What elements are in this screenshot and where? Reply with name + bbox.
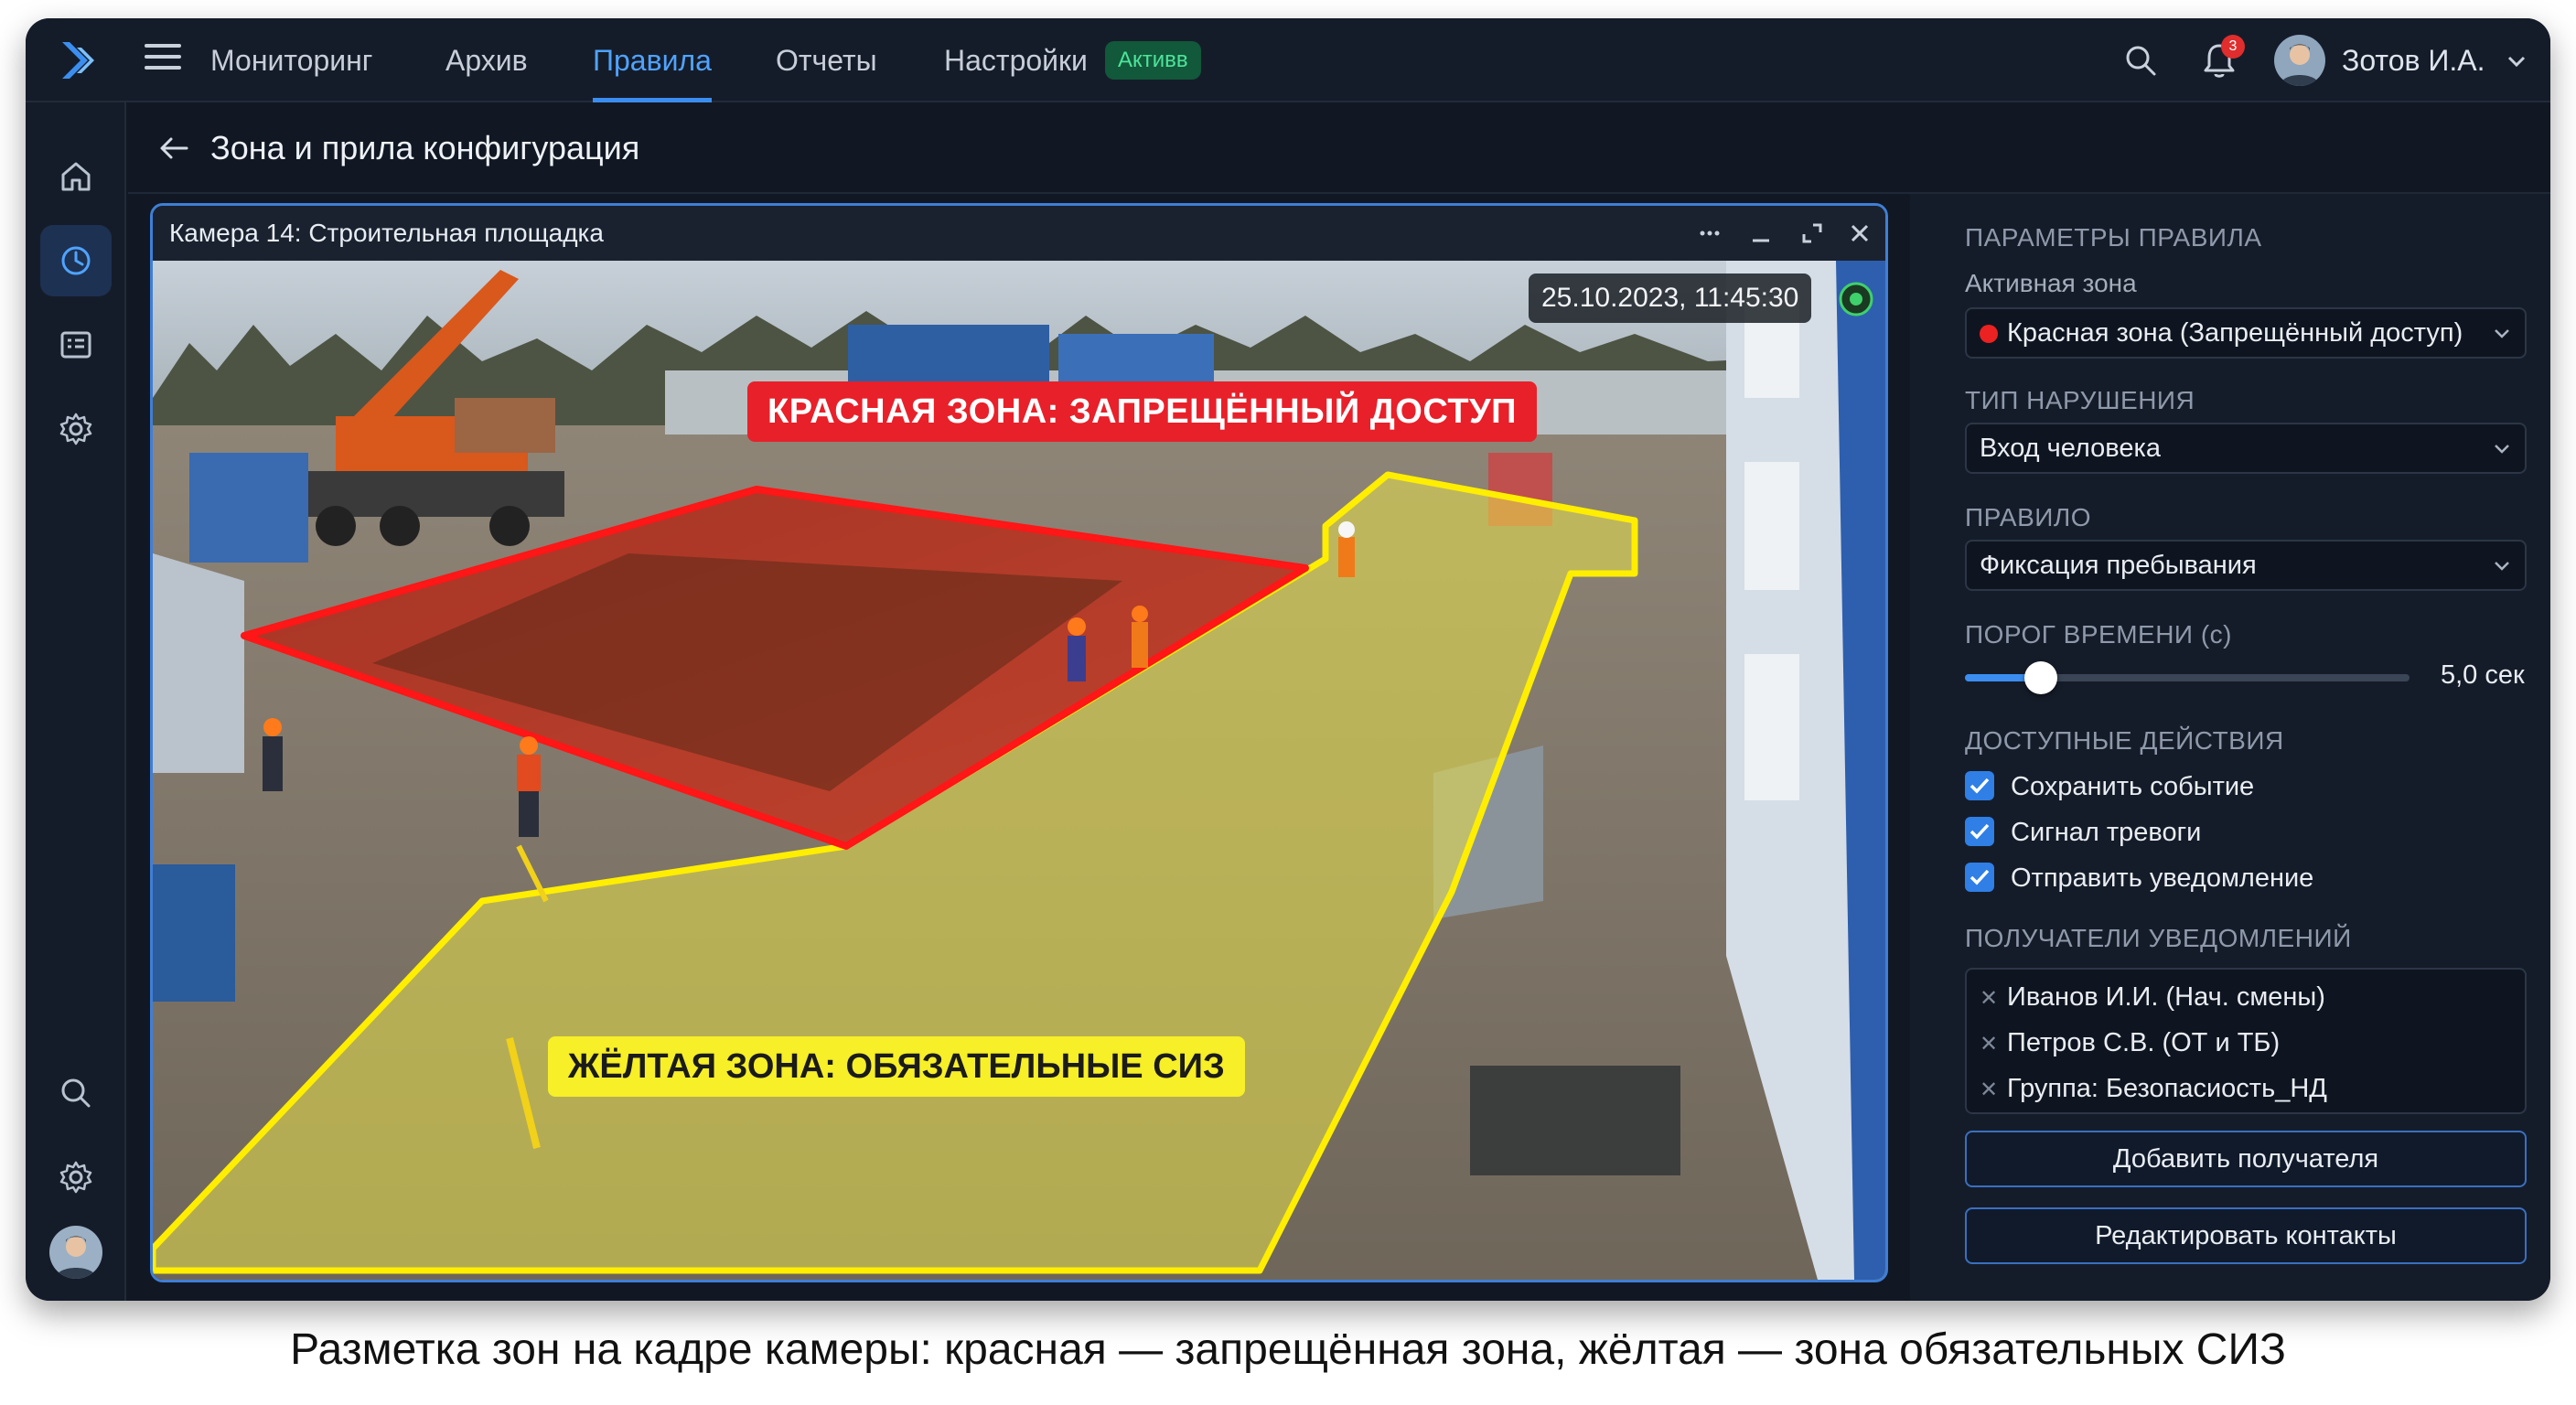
section-title: ПАРАМЕТРЫ ПРАВИЛА bbox=[1965, 223, 2262, 252]
chevron-down-icon[interactable] bbox=[2505, 49, 2528, 73]
yellow-zone-label: ЖЁЛТАЯ ЗОНА: ОБЯЗАТЕЛЬНЫЕ СИЗ bbox=[548, 1036, 1245, 1097]
chevron-down-icon bbox=[2495, 562, 2509, 571]
close-icon[interactable] bbox=[1847, 220, 1873, 246]
sidebar-item-history[interactable] bbox=[40, 225, 112, 296]
chevron-down-icon bbox=[2495, 329, 2509, 338]
red-zone-dot bbox=[1980, 325, 1998, 343]
video-timestamp: 25.10.2023, 11:45:30 bbox=[1529, 273, 1812, 323]
sidebar-item-events[interactable] bbox=[40, 309, 112, 381]
rule-value: Фиксация пребывания bbox=[1980, 551, 2257, 580]
violation-type-select[interactable]: Вход человека bbox=[1965, 423, 2527, 474]
action-label: Отправить уведомление bbox=[2011, 863, 2314, 893]
search-icon bbox=[61, 1078, 91, 1108]
action-label: Сигнал тревоги bbox=[2011, 818, 2202, 847]
clock-icon bbox=[61, 246, 91, 275]
sidebar-item-preferences[interactable] bbox=[40, 1142, 112, 1213]
back-arrow-icon[interactable] bbox=[157, 132, 190, 165]
tab-rules[interactable]: Правила bbox=[593, 18, 712, 102]
red-zone-label: КРАСНАЯ ЗОНА: ЗАПРЕЩЁННЫЙ ДОСТУП bbox=[747, 381, 1537, 442]
live-icon bbox=[1839, 282, 1873, 316]
gear-icon bbox=[59, 413, 92, 445]
rule-select[interactable]: Фиксация пребывания bbox=[1965, 540, 2527, 591]
page-header: Зона и прила конфигурация bbox=[128, 102, 2550, 194]
sidebar bbox=[26, 102, 126, 1301]
action-alarm[interactable]: Сигнал тревоги bbox=[1965, 814, 2331, 851]
sidebar-item-settings[interactable] bbox=[40, 393, 112, 465]
active-zone-label: Активная зона bbox=[1965, 269, 2137, 297]
app-window: Мониторинг Архив Правила Отчеты Настройк… bbox=[26, 18, 2550, 1301]
checkbox[interactable] bbox=[1965, 771, 1994, 800]
action-send-notification[interactable]: Отправить уведомление bbox=[1965, 860, 2349, 896]
avatar[interactable] bbox=[49, 1226, 102, 1279]
camera-view-panel: Камера 14: Строительная площадка 25.10.2… bbox=[150, 203, 1888, 1282]
minimize-icon[interactable] bbox=[1748, 220, 1774, 246]
tab-settings[interactable]: Настройки bbox=[944, 18, 1088, 102]
active-zone-select[interactable]: Красная зона (Запрещённый доступ) bbox=[1965, 307, 2527, 359]
camera-titlebar: Камера 14: Строительная площадка bbox=[153, 206, 1885, 261]
violation-type-label: ТИП НАРУШЕНИЯ bbox=[1965, 386, 2195, 414]
add-recipient-button[interactable]: Добавить получателя bbox=[1965, 1131, 2527, 1187]
recipients-list: ✕ Иванов И.И. (Нач. смены) ✕ Петров С.В. (… bbox=[1965, 968, 2527, 1114]
camera-title: Камера 14: Строительная площадка bbox=[169, 219, 604, 247]
list-item: ✕ Группа: Безопасиость_НД bbox=[1980, 1068, 2327, 1109]
more-icon[interactable] bbox=[1697, 220, 1723, 246]
violation-type-value: Вход человека bbox=[1980, 434, 2161, 463]
list-item: ✕ Иванов И.И. (Нач. смены) bbox=[1980, 977, 2325, 1017]
time-threshold-label: ПОРОГ ВРЕМЕНИ (с) bbox=[1965, 620, 2232, 649]
page-title: Зона и прила конфигурация bbox=[210, 129, 640, 166]
rule-settings-panel: ПАРАМЕТРЫ ПРАВИЛА Активная зона Красная … bbox=[1910, 194, 2550, 1301]
status-badge: Активв bbox=[1105, 41, 1201, 80]
gear-icon bbox=[59, 1161, 92, 1194]
tab-monitoring[interactable]: Мониторинг bbox=[210, 18, 372, 102]
remove-icon[interactable]: ✕ bbox=[1980, 1070, 2007, 1110]
sidebar-item-home[interactable] bbox=[40, 141, 112, 212]
figure-caption: Разметка зон на кадре камеры: красная — … bbox=[290, 1325, 2286, 1374]
recipients-label: ПОЛУЧАТЕЛИ УВЕДОМЛЕНИЙ bbox=[1965, 924, 2352, 952]
maximize-icon[interactable] bbox=[1799, 220, 1825, 246]
user-name[interactable]: Зотов И.А. bbox=[2342, 18, 2485, 102]
active-zone-value: Красная зона (Запрещённый доступ) bbox=[2007, 318, 2463, 348]
remove-icon[interactable]: ✕ bbox=[1980, 979, 2007, 1019]
menu-icon[interactable] bbox=[145, 44, 181, 77]
rule-label: ПРАВИЛО bbox=[1965, 503, 2092, 531]
actions-label: ДОСТУПНЫЕ ДЕЙСТВИЯ bbox=[1965, 726, 2284, 755]
sidebar-item-search[interactable] bbox=[40, 1057, 112, 1129]
slider-handle[interactable] bbox=[2023, 661, 2057, 694]
checkbox[interactable] bbox=[1965, 863, 1994, 892]
search-icon[interactable] bbox=[2122, 42, 2159, 79]
camera-video-frame[interactable]: 25.10.2023, 11:45:30 КРАСНАЯ ЗОНА: ЗАПРЕ… bbox=[153, 261, 1885, 1280]
time-threshold-value: 5,0 сек bbox=[2441, 660, 2525, 690]
chevron-down-icon bbox=[2495, 445, 2509, 454]
remove-icon[interactable]: ✕ bbox=[1980, 1024, 2007, 1065]
list-icon bbox=[60, 331, 91, 359]
edit-contacts-button[interactable]: Редактировать контакты bbox=[1965, 1207, 2527, 1264]
tab-reports[interactable]: Отчеты bbox=[776, 18, 877, 102]
logo-icon bbox=[62, 42, 94, 79]
check-icon bbox=[1970, 823, 1990, 840]
recipient-name: Петров С.В. (ОТ и ТБ) bbox=[2007, 1028, 2281, 1057]
time-threshold-slider[interactable] bbox=[1965, 661, 2410, 694]
checkbox[interactable] bbox=[1965, 817, 1994, 846]
action-label: Сохранить событие bbox=[2011, 772, 2255, 801]
tab-archive[interactable]: Архив bbox=[445, 18, 528, 102]
recipient-name: Иванов И.И. (Нач. смены) bbox=[2007, 982, 2325, 1012]
list-item: ✕ Петров С.В. (ОТ и ТБ) bbox=[1980, 1023, 2280, 1063]
notification-count-badge: 3 bbox=[2221, 35, 2245, 59]
action-save-event[interactable]: Сохранить событие bbox=[1965, 768, 2331, 805]
recipient-name: Группа: Безопасиость_НД bbox=[2007, 1074, 2327, 1103]
home-icon bbox=[61, 162, 91, 191]
check-icon bbox=[1970, 778, 1990, 794]
avatar[interactable] bbox=[2274, 35, 2325, 86]
top-navbar: Мониторинг Архив Правила Отчеты Настройк… bbox=[26, 18, 2550, 102]
check-icon bbox=[1970, 869, 1990, 885]
